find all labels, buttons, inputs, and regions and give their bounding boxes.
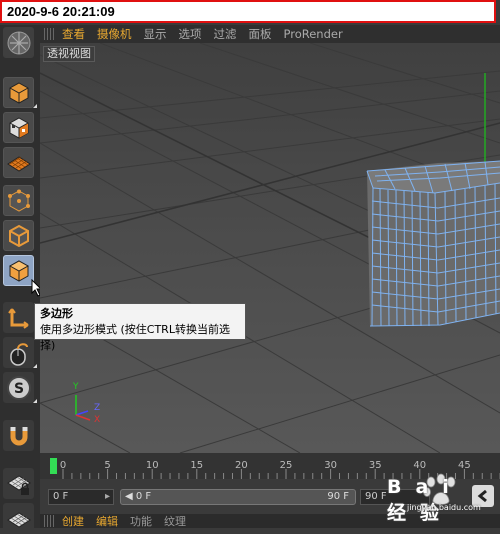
axis-z-label: Z (94, 403, 101, 413)
menu-camera[interactable]: 摄像机 (97, 26, 132, 42)
spinner-icon[interactable]: ▸ (105, 490, 110, 504)
watermark-text: Bai 经验 (387, 476, 463, 524)
c4d-logo-icon[interactable] (3, 27, 34, 58)
tab-texture[interactable]: 纹理 (164, 514, 186, 528)
viewport-grid (40, 43, 500, 453)
watermark-subtext: jingyan.baidu.com (407, 503, 481, 512)
lock-workplane-icon[interactable] (3, 468, 34, 499)
timeline-tick-label: 0 (60, 460, 66, 471)
tooltip-description: 使用多边形模式 (按住CTRL转换当前选择) (40, 323, 230, 352)
timeline-tick-label: 35 (369, 460, 382, 471)
tweak-mouse-icon[interactable] (3, 337, 37, 368)
tooltip-title: 多边形 (40, 307, 73, 320)
polygon-mode-icon[interactable] (3, 255, 34, 286)
grid-icon[interactable] (3, 503, 34, 534)
magnet-icon[interactable] (3, 420, 34, 451)
grip-icon[interactable] (44, 28, 56, 40)
left-toolbar: S (0, 25, 43, 534)
tab-edit[interactable]: 编辑 (96, 514, 118, 528)
point-mode-icon[interactable] (3, 185, 34, 216)
viewport-menubar: 查看 摄像机 显示 选项 过滤 面板 ProRender (40, 25, 500, 43)
start-frame-value: 0 F (53, 491, 69, 502)
timeline-tick-label: 25 (280, 460, 293, 471)
timeline-tick-label: 30 (324, 460, 337, 471)
axis-x-label: X (94, 415, 101, 425)
timeline-playhead[interactable] (50, 458, 57, 474)
axis-icon[interactable] (3, 302, 34, 333)
tooltip: 多边形 使用多边形模式 (按住CTRL转换当前选择) (34, 303, 246, 352)
timeline-tick-label: 15 (190, 460, 203, 471)
menu-display[interactable]: 显示 (144, 26, 167, 42)
timeline-tick-label: 5 (104, 460, 110, 471)
workplane-icon[interactable] (3, 147, 34, 178)
grip-icon[interactable] (44, 515, 56, 527)
perspective-viewport[interactable]: 透视视图 Y Z X (40, 43, 500, 453)
menu-view[interactable]: 查看 (62, 26, 85, 42)
snap-icon[interactable]: S (3, 372, 37, 403)
timestamp-label: 2020-9-6 20:21:09 (0, 0, 496, 23)
cube-mesh[interactable] (366, 160, 500, 327)
svg-text:S: S (13, 381, 23, 397)
texture-mode-icon[interactable] (3, 112, 34, 143)
menu-options[interactable]: 选项 (179, 26, 202, 42)
axis-y-label: Y (73, 382, 79, 392)
range-start-label: ◀ 0 F (125, 491, 152, 502)
range-end-label: 90 F (327, 491, 349, 502)
edge-mode-icon[interactable] (3, 220, 34, 251)
start-frame-field[interactable]: 0 F ▸ (48, 489, 114, 505)
model-mode-icon[interactable] (3, 77, 37, 108)
baidu-watermark: Bai 经验 jingyan.baidu.com (383, 468, 495, 524)
view-label: 透视视图 (43, 46, 95, 62)
menu-filter[interactable]: 过滤 (214, 26, 237, 42)
timeline-tick-label: 10 (146, 460, 159, 471)
timeline-tick-label: 20 (235, 460, 248, 471)
menu-prorender[interactable]: ProRender (284, 27, 343, 41)
tab-create[interactable]: 创建 (62, 514, 84, 528)
tab-function[interactable]: 功能 (130, 514, 152, 528)
frame-range-slider[interactable]: ◀ 0 F 90 F (120, 489, 356, 505)
menu-panel[interactable]: 面板 (249, 26, 272, 42)
